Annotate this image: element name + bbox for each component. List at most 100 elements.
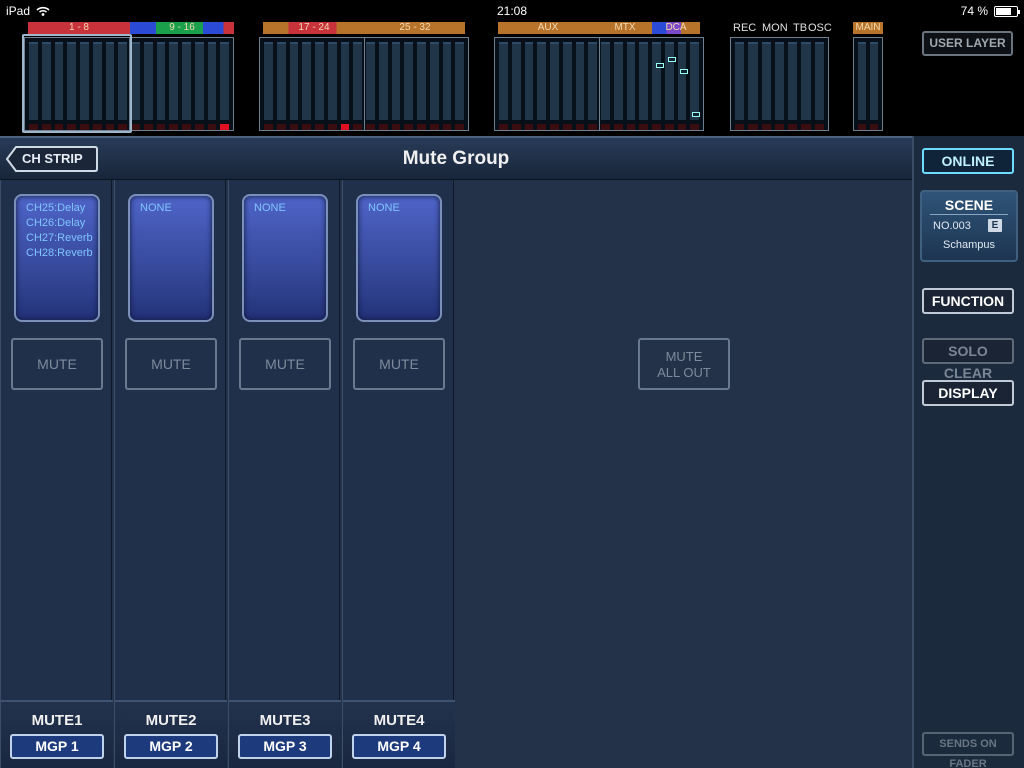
- assignment-item: NONE: [254, 202, 286, 214]
- meter-strips: [730, 37, 829, 131]
- user-layer-button[interactable]: USER LAYER: [922, 31, 1013, 56]
- meter-bar: [639, 42, 648, 120]
- meter-bar: [442, 42, 452, 120]
- mgp-2-button[interactable]: MGP 2: [124, 734, 218, 759]
- column-footer: MUTE4 MGP 4: [343, 700, 455, 768]
- column-footer: MUTE2 MGP 2: [115, 700, 227, 768]
- meter-strip: [442, 40, 453, 130]
- meter-bar: [327, 42, 337, 120]
- meter-bar: [690, 42, 699, 120]
- meter-strip: [340, 40, 351, 130]
- peak-led: [366, 124, 375, 130]
- meter-strip: [365, 40, 376, 130]
- peak-led: [340, 124, 350, 130]
- selected-layer-frame: [22, 34, 132, 133]
- peak-led: [748, 124, 758, 130]
- meter-bar: [664, 42, 674, 120]
- peak-led: [858, 124, 866, 130]
- mute-button[interactable]: MUTE: [11, 338, 103, 390]
- meter-bar: [264, 42, 273, 120]
- meter-label-9-16: 9 - 16: [130, 22, 234, 34]
- meter-strip: [263, 40, 274, 130]
- meter-bar: [276, 42, 286, 120]
- meter-strip: [774, 40, 785, 130]
- dca-fader-knob: [692, 112, 700, 117]
- meter-strip: [314, 40, 325, 130]
- meter-strip: [575, 40, 586, 130]
- meter-strip: [219, 40, 230, 130]
- meter-strip: [168, 40, 179, 130]
- online-button[interactable]: ONLINE: [922, 148, 1014, 174]
- peak-led: [613, 124, 623, 130]
- meter-strip: [787, 40, 798, 130]
- mgp-3-button[interactable]: MGP 3: [238, 734, 332, 759]
- assignment-list[interactable]: NONE: [128, 194, 214, 322]
- meter-label-dca: DCA: [652, 22, 700, 34]
- assignment-item: CH25:Delay: [26, 202, 86, 214]
- peak-led: [601, 124, 610, 130]
- meter-strip: [536, 40, 547, 130]
- assignment-item: CH27:Reverb: [26, 232, 93, 244]
- mute-all-out-button[interactable]: MUTE ALL OUT: [638, 338, 730, 390]
- meter-bar: [761, 42, 771, 120]
- meter-bar: [194, 42, 204, 120]
- title-bar: CH STRIP Mute Group: [0, 136, 912, 180]
- right-panel: ONLINE SCENE NO.003 E Schampus FUNCTION …: [912, 136, 1024, 768]
- peak-led: [194, 124, 204, 130]
- meter-bar: [182, 42, 191, 120]
- meter-bar: [814, 42, 824, 120]
- meter-bar: [315, 42, 324, 120]
- solo-clear-button[interactable]: SOLO CLEAR: [922, 338, 1014, 381]
- mute-button[interactable]: MUTE: [239, 338, 331, 390]
- meter-strips: [853, 37, 883, 131]
- mgp-4-button[interactable]: MGP 4: [352, 734, 446, 759]
- meter-strip: [814, 40, 825, 130]
- meter-strip: [194, 40, 205, 130]
- meter-bar: [788, 42, 798, 120]
- mute-group-panel: CH25:Delay CH26:Delay CH27:Reverb CH28:R…: [0, 180, 912, 768]
- meter-bar: [537, 42, 546, 120]
- meter-strip: [869, 40, 879, 130]
- sends-on-fader-button[interactable]: SENDS ON FADER: [922, 732, 1014, 768]
- meter-bar: [131, 42, 140, 120]
- dca-fader-knob: [656, 63, 664, 68]
- assignment-item: CH28:Reverb: [26, 247, 93, 259]
- mgp-1-button[interactable]: MGP 1: [10, 734, 104, 759]
- meter-label-mtx: MTX: [598, 22, 652, 34]
- mute-button[interactable]: MUTE: [353, 338, 445, 390]
- peak-led: [524, 124, 534, 130]
- peak-led: [735, 124, 745, 130]
- assignment-list[interactable]: NONE: [242, 194, 328, 322]
- meter-bar: [366, 42, 375, 120]
- mute-group-column-1: CH25:Delay CH26:Delay CH27:Reverb CH28:R…: [0, 180, 113, 768]
- function-button[interactable]: FUNCTION: [922, 288, 1014, 314]
- peak-led: [455, 124, 464, 130]
- meter-bar: [801, 42, 811, 120]
- column-footer: MUTE3 MGP 3: [229, 700, 341, 768]
- mute-button[interactable]: MUTE: [125, 338, 217, 390]
- assignment-list[interactable]: NONE: [356, 194, 442, 322]
- mute-group-name: MUTE1: [31, 712, 83, 729]
- meter-bridge: 1 - 8 9 - 16 17 - 24 25 - 32 AUX MTX DCA…: [0, 22, 1024, 136]
- meter-strip: [677, 40, 688, 130]
- peak-led: [182, 124, 191, 130]
- peak-led: [391, 124, 401, 130]
- battery-icon: [994, 5, 1020, 17]
- meter-label-rec: REC: [733, 22, 757, 34]
- assignment-list[interactable]: CH25:Delay CH26:Delay CH27:Reverb CH28:R…: [14, 194, 100, 322]
- meter-bar: [735, 42, 745, 120]
- meter-bar: [220, 42, 229, 120]
- peak-led: [378, 124, 388, 130]
- peak-led: [870, 124, 878, 130]
- display-button[interactable]: DISPLAY: [922, 380, 1014, 406]
- peak-led: [814, 124, 824, 130]
- scene-panel[interactable]: SCENE NO.003 E Schampus: [920, 190, 1018, 262]
- assignment-item: CH26:Delay: [26, 217, 86, 229]
- meter-label-mon: MON: [762, 22, 788, 34]
- meter-bar: [613, 42, 623, 120]
- meter-bar: [626, 42, 636, 120]
- peak-led: [499, 124, 508, 130]
- meter-bar: [429, 42, 439, 120]
- meter-label-1-8: 1 - 8: [28, 22, 130, 34]
- peak-led: [626, 124, 636, 130]
